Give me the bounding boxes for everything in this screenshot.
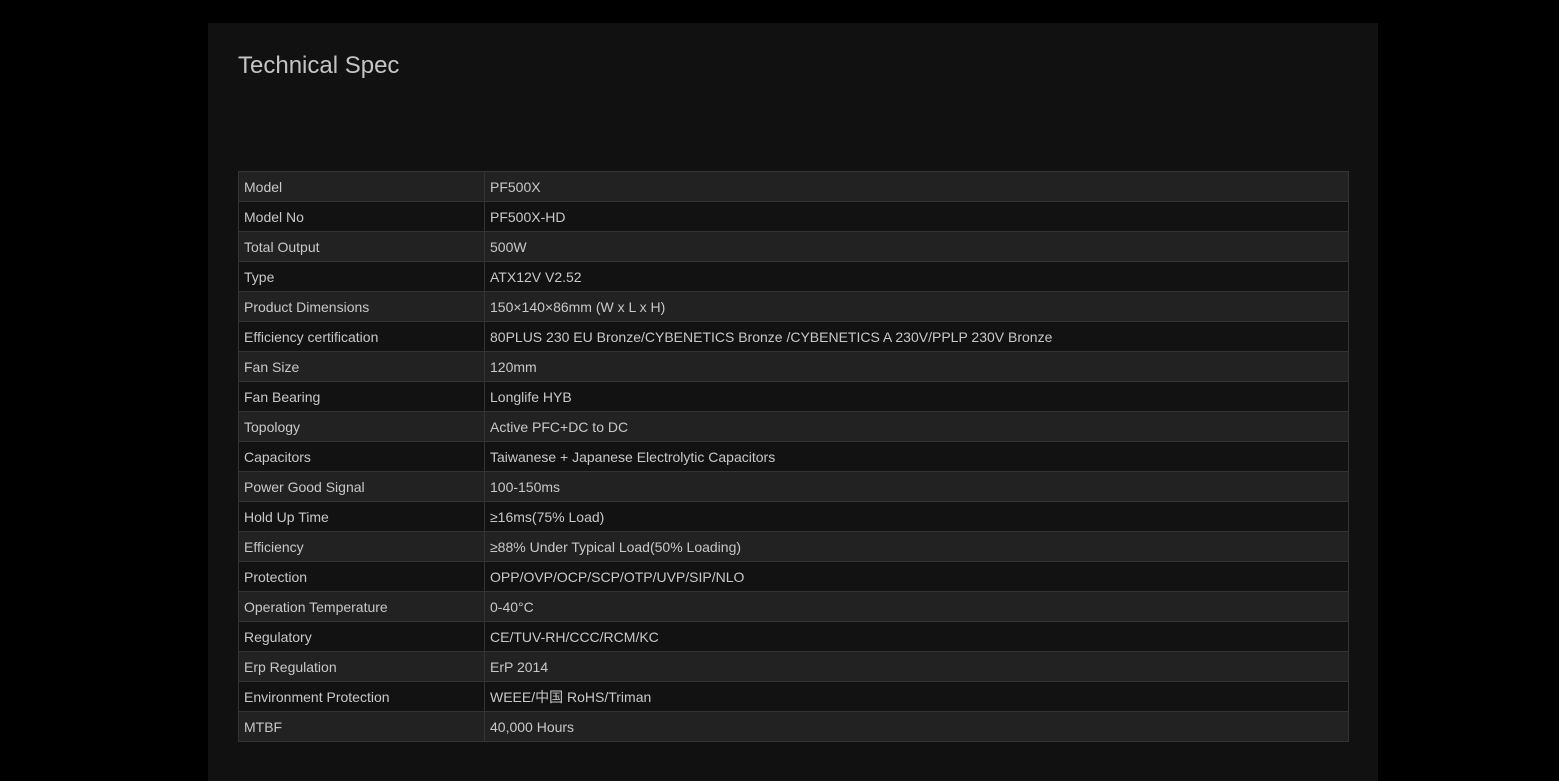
spec-value: PF500X-HD xyxy=(484,201,1349,232)
table-row: Efficiency certification 80PLUS 230 EU B… xyxy=(238,321,1349,352)
spec-label: Fan Size xyxy=(238,351,485,382)
table-row: Erp Regulation ErP 2014 xyxy=(238,651,1349,682)
table-row: Type ATX12V V2.52 xyxy=(238,261,1349,292)
table-row: Fan Bearing Longlife HYB xyxy=(238,381,1349,412)
spec-label: Erp Regulation xyxy=(238,651,485,682)
spec-value: ErP 2014 xyxy=(484,651,1349,682)
page-title: Technical Spec xyxy=(238,52,400,79)
table-row: Environment Protection WEEE/中国 RoHS/Trim… xyxy=(238,681,1349,712)
spec-label: MTBF xyxy=(238,711,485,742)
spec-value: Taiwanese + Japanese Electrolytic Capaci… xyxy=(484,441,1349,472)
spec-value: ATX12V V2.52 xyxy=(484,261,1349,292)
spec-label: Model No xyxy=(238,201,485,232)
spec-label: Hold Up Time xyxy=(238,501,485,532)
table-row: Operation Temperature 0-40°C xyxy=(238,591,1349,622)
table-row: Hold Up Time ≥16ms(75% Load) xyxy=(238,501,1349,532)
spec-label: Product Dimensions xyxy=(238,291,485,322)
spec-label: Power Good Signal xyxy=(238,471,485,502)
table-row: Protection OPP/OVP/OCP/SCP/OTP/UVP/SIP/N… xyxy=(238,561,1349,592)
spec-value: ≥16ms(75% Load) xyxy=(484,501,1349,532)
spec-value: WEEE/中国 RoHS/Triman xyxy=(484,681,1349,712)
spec-value: 120mm xyxy=(484,351,1349,382)
spec-label: Protection xyxy=(238,561,485,592)
spec-label: Capacitors xyxy=(238,441,485,472)
spec-value: CE/TUV-RH/CCC/RCM/KC xyxy=(484,621,1349,652)
table-row: Model PF500X xyxy=(238,171,1349,202)
spec-label: Total Output xyxy=(238,231,485,262)
table-row: Power Good Signal 100-150ms xyxy=(238,471,1349,502)
spec-value: PF500X xyxy=(484,171,1349,202)
spec-label: Efficiency certification xyxy=(238,321,485,352)
spec-value: 0-40°C xyxy=(484,591,1349,622)
spec-label: Type xyxy=(238,261,485,292)
spec-label: Topology xyxy=(238,411,485,442)
spec-label: Efficiency xyxy=(238,531,485,562)
spec-panel: Technical Spec Model PF500X Model No PF5… xyxy=(208,23,1378,781)
spec-label: Environment Protection xyxy=(238,681,485,712)
spec-value: OPP/OVP/OCP/SCP/OTP/UVP/SIP/NLO xyxy=(484,561,1349,592)
table-row: Fan Size 120mm xyxy=(238,351,1349,382)
spec-value: Active PFC+DC to DC xyxy=(484,411,1349,442)
table-row: Model No PF500X-HD xyxy=(238,201,1349,232)
spec-value: 500W xyxy=(484,231,1349,262)
table-row: Regulatory CE/TUV-RH/CCC/RCM/KC xyxy=(238,621,1349,652)
spec-value: 80PLUS 230 EU Bronze/CYBENETICS Bronze /… xyxy=(484,321,1349,352)
spec-table-body: Model PF500X Model No PF500X-HD Total Ou… xyxy=(238,171,1349,742)
spec-value: ≥88% Under Typical Load(50% Loading) xyxy=(484,531,1349,562)
spec-table: Model PF500X Model No PF500X-HD Total Ou… xyxy=(238,171,1349,742)
spec-label: Model xyxy=(238,171,485,202)
spec-value: 40,000 Hours xyxy=(484,711,1349,742)
table-row: MTBF 40,000 Hours xyxy=(238,711,1349,742)
spec-value: 100-150ms xyxy=(484,471,1349,502)
table-row: Topology Active PFC+DC to DC xyxy=(238,411,1349,442)
spec-label: Fan Bearing xyxy=(238,381,485,412)
table-row: Product Dimensions 150×140×86mm (W x L x… xyxy=(238,291,1349,322)
spec-value: 150×140×86mm (W x L x H) xyxy=(484,291,1349,322)
spec-value: Longlife HYB xyxy=(484,381,1349,412)
table-row: Total Output 500W xyxy=(238,231,1349,262)
spec-label: Regulatory xyxy=(238,621,485,652)
spec-label: Operation Temperature xyxy=(238,591,485,622)
table-row: Capacitors Taiwanese + Japanese Electrol… xyxy=(238,441,1349,472)
table-row: Efficiency ≥88% Under Typical Load(50% L… xyxy=(238,531,1349,562)
